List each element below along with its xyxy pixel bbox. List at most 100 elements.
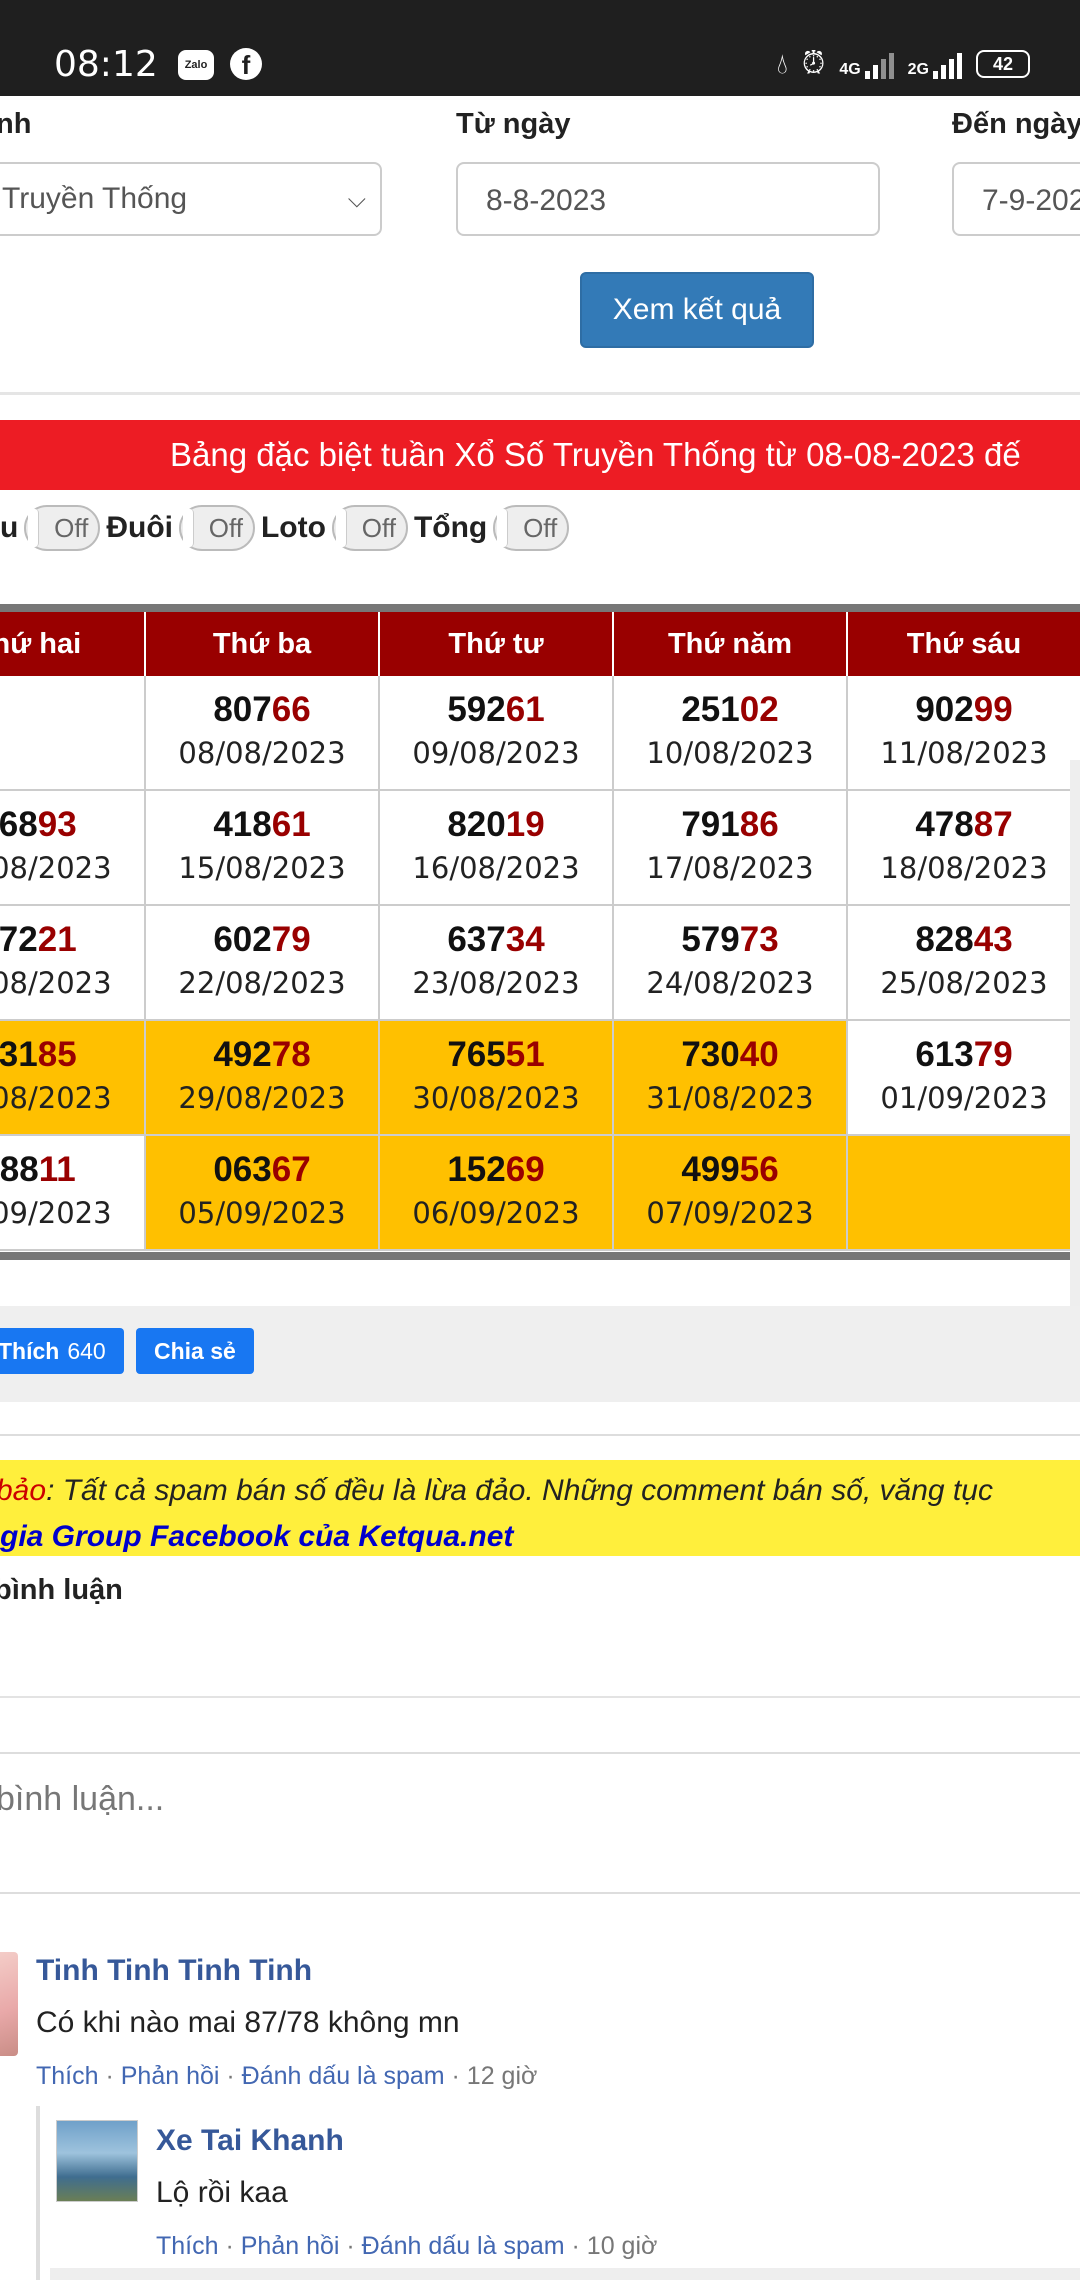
result-number-tail: 86 bbox=[739, 805, 779, 844]
result-date: 21/08/2023 bbox=[0, 966, 112, 1000]
header-monday: Thứ hai bbox=[0, 612, 146, 676]
result-cell: 1722121/08/2023 bbox=[0, 906, 146, 1021]
result-date: 22/08/2023 bbox=[178, 966, 346, 1000]
result-number-tail: 19 bbox=[505, 805, 545, 844]
facebook-group-link[interactable]: gia Group Facebook của Ketqua.net bbox=[0, 1520, 513, 1553]
result-date: 05/09/2023 bbox=[178, 1196, 346, 1230]
result-number: 90299 bbox=[848, 690, 1080, 736]
toggle-sum[interactable]: Off bbox=[493, 505, 570, 551]
result-number-head: 613 bbox=[915, 1035, 974, 1074]
result-number-tail: 79 bbox=[973, 1035, 1013, 1074]
divider bbox=[0, 392, 1080, 395]
reply-like-link[interactable]: Thích bbox=[156, 2232, 219, 2260]
result-number bbox=[0, 690, 144, 736]
avatar[interactable] bbox=[0, 1952, 18, 2056]
result-cell: 80766 08/08/2023 bbox=[146, 676, 380, 791]
result-cell bbox=[848, 1136, 1080, 1251]
result-cell: 49956 07/09/2023 bbox=[614, 1136, 848, 1251]
page-scrollbar[interactable] bbox=[1070, 760, 1080, 1350]
table-header-row: Thứ hai Thứ ba Thứ tư Thứ năm Thứ sáu bbox=[0, 612, 1080, 676]
status-bar: 08:12 Zalo f 💧︎ ⏰︎ 4G 2G 42 bbox=[0, 0, 1080, 96]
header-friday: Thứ sáu bbox=[848, 612, 1080, 676]
result-number: 76551 bbox=[380, 1035, 612, 1081]
result-number-head: 288 bbox=[0, 1150, 39, 1189]
bottom-strip bbox=[50, 2268, 1080, 2280]
result-number-tail: 34 bbox=[505, 920, 545, 959]
result-number-head: 568 bbox=[0, 805, 38, 844]
toggle-loto[interactable]: Off bbox=[331, 505, 408, 551]
comment-input[interactable]: bình luận... bbox=[0, 1780, 164, 1819]
result-number-tail: 51 bbox=[505, 1035, 545, 1074]
result-number-tail: 43 bbox=[973, 920, 1013, 959]
reply-reply-link[interactable]: Phản hồi bbox=[241, 2232, 340, 2260]
result-cell: 61379 01/09/2023 bbox=[848, 1021, 1080, 1136]
result-cell: 2318528/08/2023 bbox=[0, 1021, 146, 1136]
table-row: 2318528/08/20234927829/08/20237655130/08… bbox=[0, 1021, 1080, 1136]
comment-time: 12 giờ bbox=[466, 2062, 538, 2090]
view-results-button[interactable]: Xem kết quả bbox=[580, 272, 814, 348]
facebook-icon: f bbox=[230, 48, 262, 80]
comment-like-link[interactable]: Thích bbox=[36, 2062, 99, 2090]
result-number: 15269 bbox=[380, 1150, 612, 1196]
battery-icon: 42 bbox=[976, 50, 1030, 78]
result-number: 82843 bbox=[848, 920, 1080, 966]
comment-actions: Thích · Phản hồi · Đánh dấu là spam · 12… bbox=[36, 2062, 538, 2090]
result-number-tail: 93 bbox=[37, 805, 77, 844]
reply-spam-link[interactable]: Đánh dấu là spam bbox=[362, 2232, 565, 2260]
from-date-input[interactable]: 8-8-2023 bbox=[456, 162, 880, 236]
result-number-tail: 21 bbox=[37, 920, 77, 959]
result-number-head: 637 bbox=[447, 920, 506, 959]
result-number: 28811 bbox=[0, 1150, 144, 1196]
result-number-head: 730 bbox=[681, 1035, 740, 1074]
result-date: 25/08/2023 bbox=[880, 966, 1048, 1000]
result-number-tail: 61 bbox=[505, 690, 545, 729]
comment-spam-link[interactable]: Đánh dấu là spam bbox=[242, 2062, 445, 2090]
like-label: Thích bbox=[0, 1338, 60, 1364]
result-number: 49278 bbox=[146, 1035, 378, 1081]
result-date: 11/08/2023 bbox=[880, 736, 1048, 770]
result-date: 10/08/2023 bbox=[646, 736, 814, 770]
result-number-tail: 85 bbox=[37, 1035, 77, 1074]
result-number: 57973 bbox=[614, 920, 846, 966]
result-number-tail: 66 bbox=[271, 690, 311, 729]
result-number-tail: 02 bbox=[739, 690, 779, 729]
result-number: 23185 bbox=[0, 1035, 144, 1081]
result-number-tail: 69 bbox=[505, 1150, 545, 1189]
result-date: 17/08/2023 bbox=[646, 851, 814, 885]
water-drop-icon: 💧︎ bbox=[776, 47, 788, 79]
facebook-like-button[interactable]: Thích 640 bbox=[0, 1328, 124, 1374]
result-number: 56893 bbox=[0, 805, 144, 851]
display-toggles: u Off Đuôi Off Loto Off Tổng Off bbox=[0, 500, 575, 556]
result-date: 09/08/2023 bbox=[412, 736, 580, 770]
toggle-tail[interactable]: Off bbox=[178, 505, 255, 551]
result-date: 29/08/2023 bbox=[178, 1081, 346, 1115]
status-icons: 💧︎ ⏰︎ 4G 2G 42 bbox=[777, 46, 1030, 82]
result-number: 80766 bbox=[146, 690, 378, 736]
zalo-icon: Zalo bbox=[178, 50, 214, 80]
result-number: 41861 bbox=[146, 805, 378, 851]
result-date: 01/09/2023 bbox=[880, 1081, 1048, 1115]
result-date: 15/08/2023 bbox=[178, 851, 346, 885]
result-number-tail: 61 bbox=[271, 805, 311, 844]
from-date-label: Từ ngày bbox=[456, 108, 571, 140]
result-cell: 60279 22/08/2023 bbox=[146, 906, 380, 1021]
province-select[interactable]: Truyền Thống ⌵ bbox=[0, 162, 382, 236]
facebook-share-button[interactable]: Chia sẻ bbox=[136, 1328, 254, 1374]
result-number-head: 492 bbox=[213, 1035, 272, 1074]
toggle-head-label: u bbox=[0, 511, 19, 544]
result-number: 17221 bbox=[0, 920, 144, 966]
comment-reply-link[interactable]: Phản hồi bbox=[121, 2062, 220, 2090]
comment-author[interactable]: Tinh Tinh Tinh Tinh bbox=[36, 1954, 312, 1988]
warning-text: : Tất cả spam bán số đều là lừa đảo. Nhữ… bbox=[46, 1474, 993, 1507]
province-label: nh bbox=[0, 108, 32, 140]
reply-author[interactable]: Xe Tai Khanh bbox=[156, 2124, 344, 2158]
spam-warning: bảo: Tất cả spam bán số đều là lừa đảo. … bbox=[0, 1460, 1080, 1556]
result-date: 16/08/2023 bbox=[412, 851, 580, 885]
avatar[interactable] bbox=[56, 2120, 138, 2202]
result-cell: 25102 10/08/2023 bbox=[614, 676, 848, 791]
to-date-input[interactable]: 7-9-202 bbox=[952, 162, 1080, 236]
toggle-head[interactable]: Off bbox=[24, 505, 101, 551]
result-cell: 15269 06/09/2023 bbox=[380, 1136, 614, 1251]
reply-time: 10 giờ bbox=[586, 2232, 658, 2260]
result-number bbox=[848, 1150, 1080, 1196]
